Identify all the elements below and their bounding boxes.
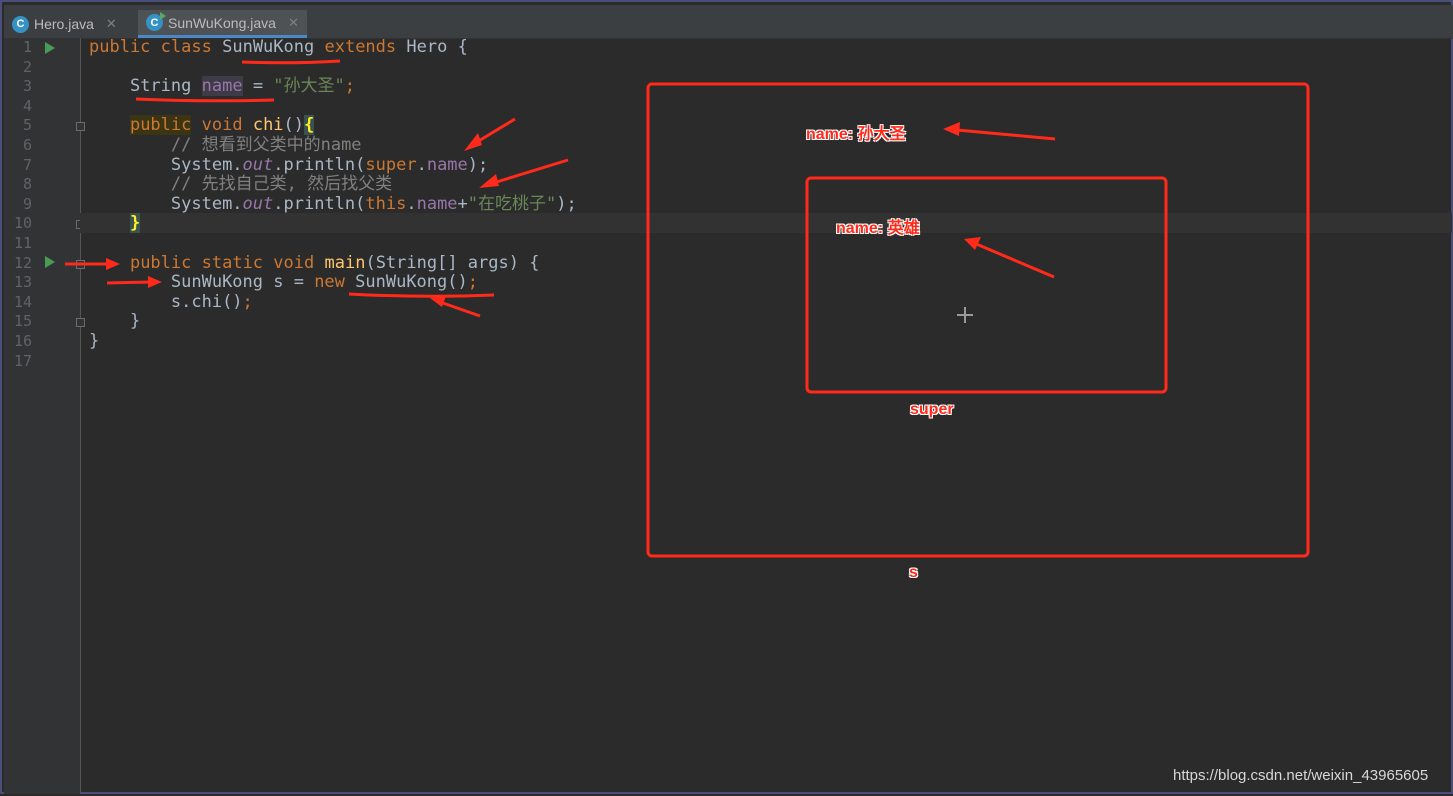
- editor-window: C Hero.java ✕ C SunWuKong.java ✕ 1 2 3 4…: [0, 0, 1453, 794]
- annotation-overlay: [65, 59, 1310, 558]
- arrow-new-instance: [106, 276, 162, 288]
- underline-new-object: [348, 292, 495, 298]
- s-box-label: s: [909, 564, 918, 581]
- underline-field: [135, 97, 275, 103]
- underline-classname: [241, 59, 341, 65]
- object-super-box: [805, 176, 1168, 394]
- arrow-constructor-call: [430, 296, 481, 318]
- object-s-box: [646, 82, 1310, 558]
- inner-field-label: name: 英雄: [836, 220, 920, 237]
- arrow-super-name: [479, 158, 569, 188]
- arrow-main-method: [65, 258, 120, 270]
- arrow-inner-field: [964, 237, 1055, 279]
- watermark: https://blog.csdn.net/weixin_43965605: [1173, 767, 1429, 784]
- super-box-label: super: [910, 401, 954, 418]
- arrow-outer-field: [943, 122, 1056, 141]
- arrow-comment-super: [464, 117, 516, 151]
- outer-field-label: name: 孙大圣: [806, 126, 906, 143]
- crosshair-cursor-icon: [957, 307, 973, 323]
